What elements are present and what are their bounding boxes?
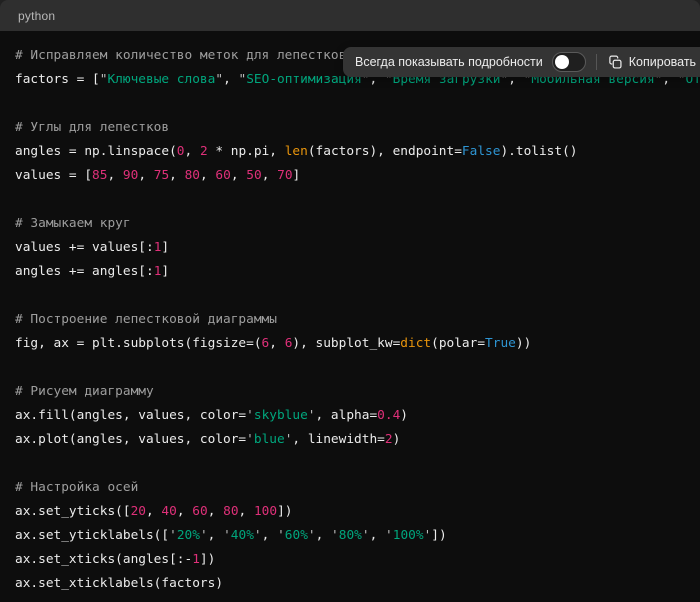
code-line: ax.set_yticks([20, 40, 60, 80, 100]) (15, 500, 700, 524)
code-line: # Замыкаем круг (15, 212, 700, 236)
code-line: values = [85, 90, 75, 80, 60, 50, 70] (15, 164, 700, 188)
code-toolbar: Всегда показывать подробности Копировать… (343, 47, 700, 77)
code-line (15, 188, 700, 212)
toggle-knob (555, 55, 569, 69)
code-line: ax.set_xticks(angles[:-1]) (15, 548, 700, 572)
code-line: angles += angles[:1] (15, 260, 700, 284)
code-line (15, 92, 700, 116)
toolbar-divider (596, 54, 597, 70)
code-line: ax.set_xticklabels(factors) (15, 572, 700, 596)
code-line: ax.plot(angles, values, color='blue', li… (15, 428, 700, 452)
code-content: # Исправляем количество меток для лепест… (15, 44, 700, 596)
details-toggle[interactable] (552, 52, 586, 72)
code-line: # Настройка осей (15, 476, 700, 500)
language-label: python (18, 9, 55, 23)
code-block: # Исправляем количество меток для лепест… (0, 31, 700, 602)
copy-label: Копировать код (629, 55, 700, 69)
code-header: python (0, 0, 700, 31)
code-line: fig, ax = plt.subplots(figsize=(6, 6), s… (15, 332, 700, 356)
code-line: angles = np.linspace(0, 2 * np.pi, len(f… (15, 140, 700, 164)
code-line: values += values[:1] (15, 236, 700, 260)
copy-code-button[interactable]: Копировать код (608, 55, 700, 70)
code-line (15, 284, 700, 308)
copy-icon (608, 55, 623, 70)
code-line: # Построение лепестковой диаграммы (15, 308, 700, 332)
code-line: # Рисуем диаграмму (15, 380, 700, 404)
code-line: # Углы для лепестков (15, 116, 700, 140)
toggle-label: Всегда показывать подробности (355, 55, 543, 69)
code-window: python # Исправляем количество меток для… (0, 0, 700, 602)
code-line (15, 452, 700, 476)
code-line (15, 356, 700, 380)
code-line: ax.set_yticklabels(['20%', '40%', '60%',… (15, 524, 700, 548)
code-line: ax.fill(angles, values, color='skyblue',… (15, 404, 700, 428)
